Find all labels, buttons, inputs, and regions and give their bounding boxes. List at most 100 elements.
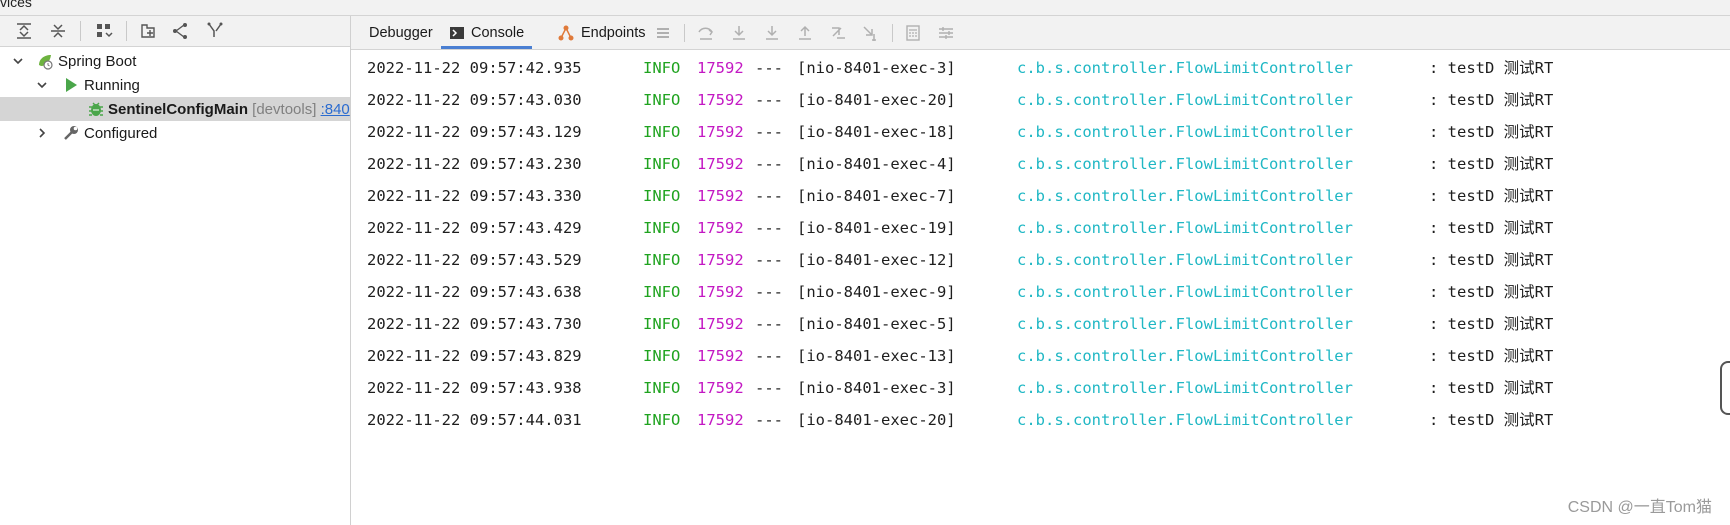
debug-bug-icon xyxy=(89,102,103,116)
app-tag: [devtools] xyxy=(252,100,317,118)
log-pid: 17592 xyxy=(697,91,744,109)
log-pid: 17592 xyxy=(697,283,744,301)
tab-label: Endpoints xyxy=(581,24,646,41)
log-msg: : testD 测试RT xyxy=(1429,251,1554,269)
step-into-icon[interactable] xyxy=(727,21,751,45)
tree-label: Spring Boot xyxy=(58,52,137,70)
log-thread: [nio-8401-exec-3] xyxy=(797,59,956,77)
log-msg: : testD 测试RT xyxy=(1429,187,1554,205)
log-logger: c.b.s.controller.FlowLimitController xyxy=(1017,283,1353,301)
log-logger: c.b.s.controller.FlowLimitController xyxy=(1017,91,1353,109)
log-pid: 17592 xyxy=(697,59,744,77)
log-thread: [io-8401-exec-12] xyxy=(797,251,956,269)
log-level: INFO xyxy=(643,219,681,237)
log-date: 2022-11-22 09:57:43.829 xyxy=(367,347,582,365)
log-date: 2022-11-22 09:57:43.938 xyxy=(367,379,582,397)
log-pid: 17592 xyxy=(697,347,744,365)
tab-label: Console xyxy=(471,24,525,41)
filter-icon[interactable] xyxy=(203,19,227,43)
log-level: INFO xyxy=(643,315,681,333)
toolbar-separator xyxy=(684,24,685,42)
add-service-icon[interactable] xyxy=(136,19,160,43)
step-out-icon[interactable] xyxy=(793,21,817,45)
chevron-down-icon[interactable] xyxy=(36,79,48,91)
group-by-icon[interactable] xyxy=(92,19,116,43)
log-dash: --- xyxy=(755,155,783,173)
tree-item-running[interactable]: Running xyxy=(0,73,350,97)
tab-debugger[interactable]: Debugger xyxy=(367,16,435,49)
log-logger: c.b.s.controller.FlowLimitController xyxy=(1017,187,1353,205)
expand-all-icon[interactable] xyxy=(12,19,36,43)
step-over-icon[interactable] xyxy=(694,21,718,45)
log-logger: c.b.s.controller.FlowLimitController xyxy=(1017,411,1353,429)
log-logger: c.b.s.controller.FlowLimitController xyxy=(1017,347,1353,365)
log-dash: --- xyxy=(755,283,783,301)
endpoints-icon xyxy=(557,24,575,42)
console-tabbar: Debugger Console Endpoints xyxy=(351,16,1730,50)
log-dash: --- xyxy=(755,251,783,269)
log-thread: [nio-8401-exec-4] xyxy=(797,155,956,173)
log-pid: 17592 xyxy=(697,251,744,269)
collapse-all-icon[interactable] xyxy=(46,19,70,43)
log-level: INFO xyxy=(643,411,681,429)
log-level: INFO xyxy=(643,379,681,397)
log-msg: : testD 测试RT xyxy=(1429,283,1554,301)
spring-boot-icon xyxy=(39,55,53,70)
tab-label: Debugger xyxy=(369,24,433,41)
log-level: INFO xyxy=(643,251,681,269)
evaluate-icon[interactable] xyxy=(901,21,925,45)
log-dash: --- xyxy=(755,219,783,237)
services-toolbar xyxy=(0,16,350,47)
log-thread: [io-8401-exec-20] xyxy=(797,91,956,109)
log-level: INFO xyxy=(643,283,681,301)
log-date: 2022-11-22 09:57:44.031 xyxy=(367,411,582,429)
log-logger: c.b.s.controller.FlowLimitController xyxy=(1017,315,1353,333)
run-to-cursor-icon[interactable] xyxy=(859,21,883,45)
log-msg: : testD 测试RT xyxy=(1429,315,1554,333)
trace-icon[interactable] xyxy=(934,21,958,45)
log-thread: [nio-8401-exec-9] xyxy=(797,283,956,301)
drop-frame-icon[interactable] xyxy=(826,21,850,45)
log-msg: : testD 测试RT xyxy=(1429,59,1554,77)
tree-label: Running xyxy=(84,76,140,94)
log-level: INFO xyxy=(643,123,681,141)
log-logger: c.b.s.controller.FlowLimitController xyxy=(1017,59,1353,77)
log-thread: [nio-8401-exec-7] xyxy=(797,187,956,205)
force-step-into-icon[interactable] xyxy=(760,21,784,45)
toolbar-separator xyxy=(126,21,127,41)
tree-item-sentinel-config-main[interactable]: SentinelConfigMain [devtools] :840 xyxy=(0,97,350,121)
menu-icon[interactable] xyxy=(651,21,675,45)
tree-item-spring-boot[interactable]: Spring Boot xyxy=(0,49,350,73)
split-icon[interactable] xyxy=(168,19,192,43)
log-dash: --- xyxy=(755,347,783,365)
log-dash: --- xyxy=(755,59,783,77)
window-title: vices xyxy=(0,0,32,10)
log-pid: 17592 xyxy=(697,155,744,173)
tab-endpoints[interactable]: Endpoints xyxy=(553,16,650,49)
chevron-down-icon[interactable] xyxy=(12,55,24,67)
log-date: 2022-11-22 09:57:42.935 xyxy=(367,59,582,77)
log-thread: [io-8401-exec-20] xyxy=(797,411,956,429)
log-thread: [nio-8401-exec-5] xyxy=(797,315,956,333)
tree-item-configured[interactable]: Configured xyxy=(0,121,350,145)
log-pid: 17592 xyxy=(697,315,744,333)
log-pid: 17592 xyxy=(697,187,744,205)
log-thread: [io-8401-exec-19] xyxy=(797,219,956,237)
run-icon xyxy=(66,78,77,92)
port-link[interactable]: :840 xyxy=(321,101,350,118)
tree-label: Configured xyxy=(84,124,158,142)
log-logger: c.b.s.controller.FlowLimitController xyxy=(1017,379,1353,397)
log-date: 2022-11-22 09:57:43.230 xyxy=(367,155,582,173)
log-dash: --- xyxy=(755,411,783,429)
log-logger: c.b.s.controller.FlowLimitController xyxy=(1017,251,1353,269)
scroll-handle[interactable] xyxy=(1720,361,1730,415)
chevron-right-icon[interactable] xyxy=(36,127,48,139)
app-name: SentinelConfigMain xyxy=(108,100,248,118)
log-logger: c.b.s.controller.FlowLimitController xyxy=(1017,219,1353,237)
log-logger: c.b.s.controller.FlowLimitController xyxy=(1017,155,1353,173)
console-panel: Debugger Console Endpoints 2022-11-22 09… xyxy=(351,16,1730,525)
log-thread: [nio-8401-exec-3] xyxy=(797,379,956,397)
log-level: INFO xyxy=(643,187,681,205)
log-pid: 17592 xyxy=(697,123,744,141)
tab-console[interactable]: Console xyxy=(441,16,533,49)
